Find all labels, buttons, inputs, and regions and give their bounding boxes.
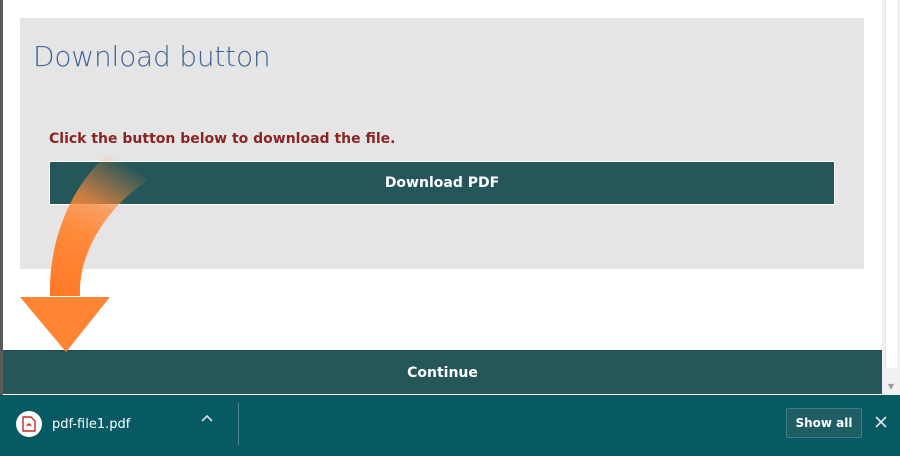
page-content: Download button Click the button below t… <box>3 0 882 395</box>
vertical-scrollbar[interactable]: ▼ <box>882 0 900 395</box>
scrollbar-thumb[interactable] <box>885 0 897 368</box>
download-panel: Download button Click the button below t… <box>20 18 864 269</box>
download-instruction: Click the button below to download the f… <box>49 131 396 147</box>
pdf-icon <box>16 411 42 437</box>
scroll-down-arrow-icon[interactable]: ▼ <box>882 379 900 393</box>
download-pdf-button[interactable]: Download PDF <box>49 161 835 205</box>
continue-button[interactable]: Continue <box>3 350 882 394</box>
download-file-name: pdf-file1.pdf <box>52 416 131 432</box>
shelf-divider <box>238 403 239 445</box>
panel-title: Download button <box>33 40 271 73</box>
show-all-button[interactable]: Show all <box>786 408 862 438</box>
close-icon[interactable] <box>872 413 890 431</box>
download-shelf: pdf-file1.pdf Show all <box>0 395 900 456</box>
chevron-up-icon[interactable] <box>198 409 216 427</box>
